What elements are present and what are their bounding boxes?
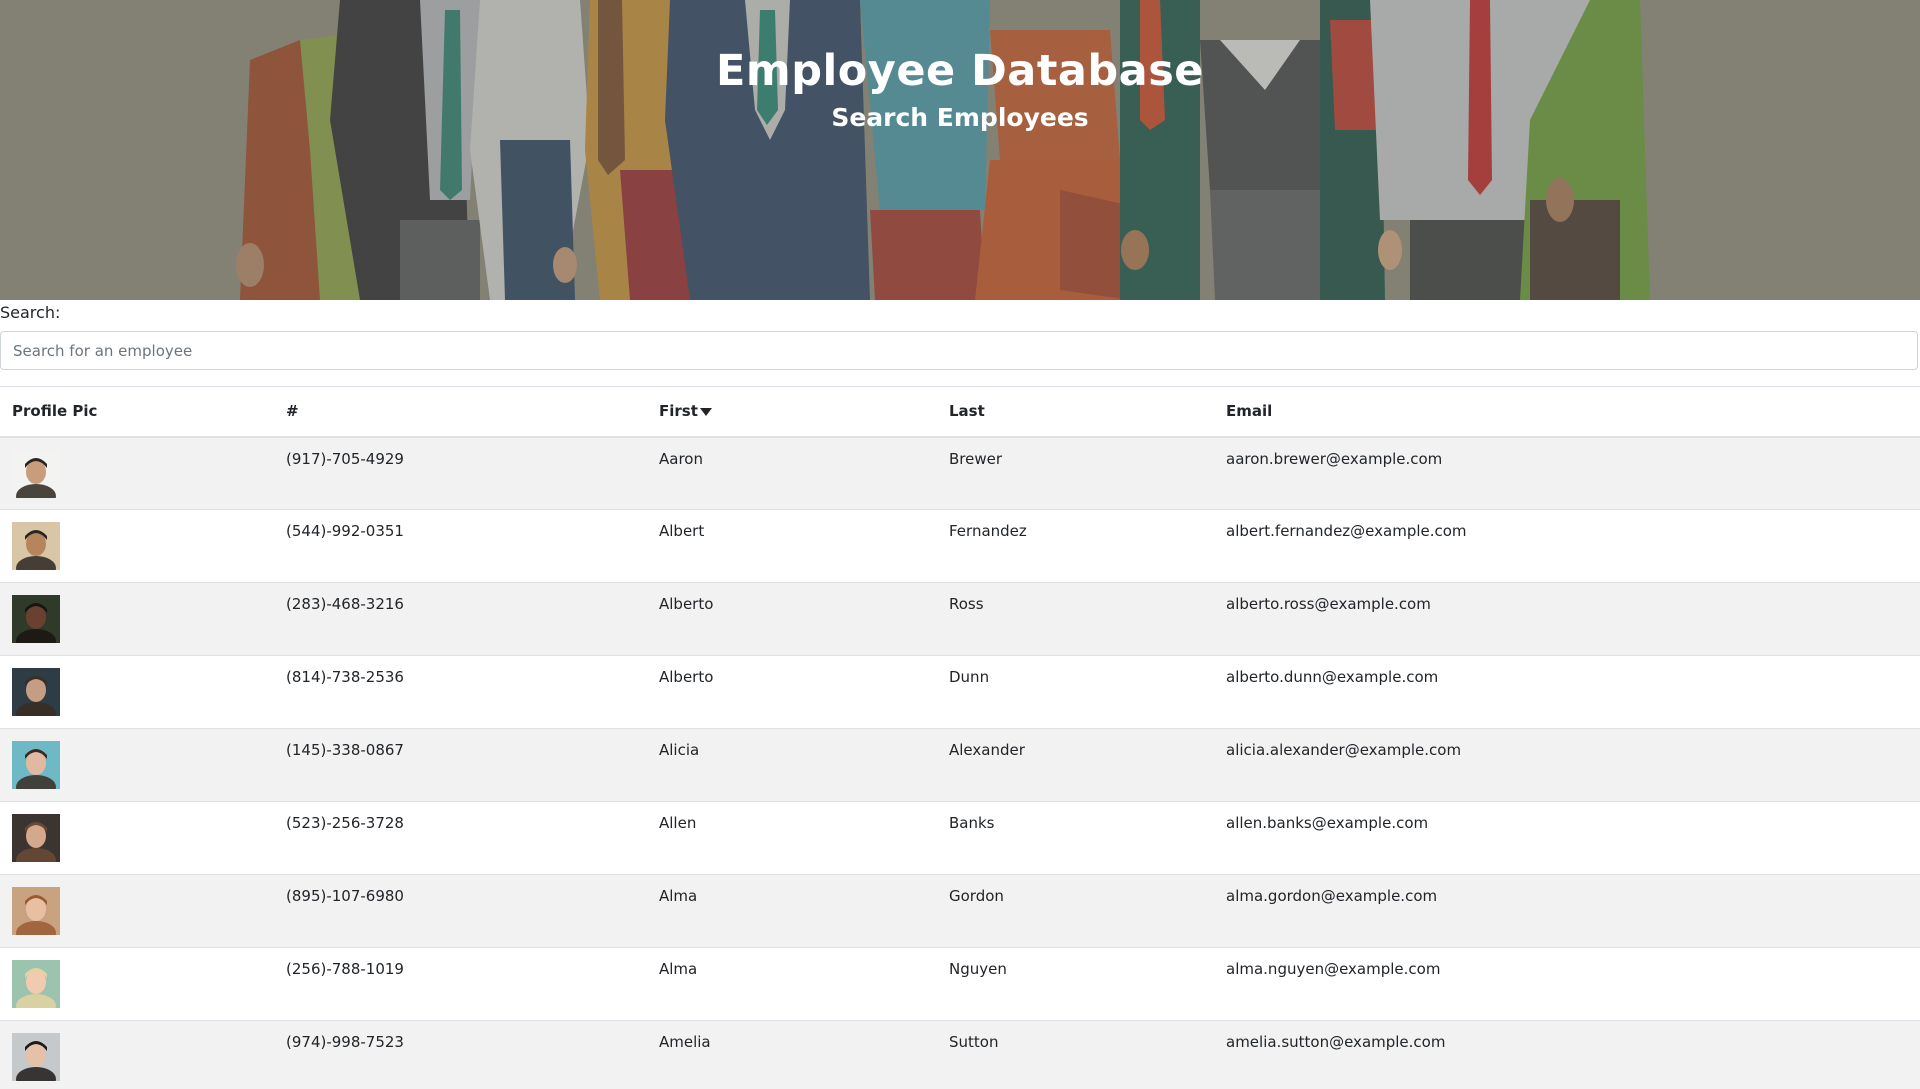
table-row: (974)-998-7523 Amelia Sutton amelia.sutton@… xyxy=(0,1020,1920,1089)
last-name-cell: Alexander xyxy=(937,728,1214,802)
email-cell: alma.nguyen@example.com xyxy=(1214,947,1920,1021)
header-banner: Employee Database Search Employees xyxy=(0,0,1920,300)
avatar xyxy=(12,449,60,498)
avatar xyxy=(12,1033,60,1081)
search-input[interactable] xyxy=(0,331,1918,370)
avatar xyxy=(12,960,60,1008)
table-row: (895)-107-6980 Alma Gordon alma.gordon@exam… xyxy=(0,874,1920,948)
phone-cell: (145)-338-0867 xyxy=(274,728,647,802)
email-cell: alberto.ross@example.com xyxy=(1214,582,1920,656)
last-name-cell: Brewer xyxy=(937,436,1214,510)
avatar xyxy=(12,741,60,789)
column-header-number: # xyxy=(274,386,647,438)
table-header: Profile Pic # First Last Email xyxy=(0,386,1920,438)
last-name-cell: Sutton xyxy=(937,1020,1214,1089)
last-name-cell: Banks xyxy=(937,801,1214,875)
table-row: (544)-992-0351 Albert Fernandez albert.fern… xyxy=(0,509,1920,583)
profile-pic-cell xyxy=(0,436,274,510)
table-row: (523)-256-3728 Allen Banks allen.banks@exam… xyxy=(0,801,1920,875)
profile-pic-cell xyxy=(0,1020,274,1089)
table-row: (814)-738-2536 Alberto Dunn alberto.dunn@ex… xyxy=(0,655,1920,729)
profile-pic-cell xyxy=(0,728,274,802)
phone-cell: (895)-107-6980 xyxy=(274,874,647,948)
table-row: (917)-705-4929 Aaron Brewer aaron.brewer@ex… xyxy=(0,436,1920,510)
avatar xyxy=(12,522,60,570)
last-name-cell: Gordon xyxy=(937,874,1214,948)
first-name-cell: Amelia xyxy=(647,1020,937,1089)
table-row: (256)-788-1019 Alma Nguyen alma.nguyen@exam… xyxy=(0,947,1920,1021)
column-header-first[interactable]: First xyxy=(647,386,937,438)
phone-cell: (917)-705-4929 xyxy=(274,436,647,510)
table-body: (917)-705-4929 Aaron Brewer aaron.brewer@ex… xyxy=(0,436,1920,1089)
profile-pic-cell xyxy=(0,801,274,875)
column-header-last: Last xyxy=(937,386,1214,438)
email-cell: amelia.sutton@example.com xyxy=(1214,1020,1920,1089)
profile-pic-cell xyxy=(0,509,274,583)
first-name-cell: Alma xyxy=(647,947,937,1021)
phone-cell: (974)-998-7523 xyxy=(274,1020,647,1089)
last-name-cell: Dunn xyxy=(937,655,1214,729)
email-cell: aaron.brewer@example.com xyxy=(1214,436,1920,510)
email-cell: alma.gordon@example.com xyxy=(1214,874,1920,948)
employee-table: Profile Pic # First Last Email (917)-705… xyxy=(0,386,1920,1089)
phone-cell: (523)-256-3728 xyxy=(274,801,647,875)
email-cell: alberto.dunn@example.com xyxy=(1214,655,1920,729)
last-name-cell: Nguyen xyxy=(937,947,1214,1021)
avatar xyxy=(12,595,60,643)
phone-cell: (283)-468-3216 xyxy=(274,582,647,656)
phone-cell: (544)-992-0351 xyxy=(274,509,647,583)
first-name-cell: Alberto xyxy=(647,582,937,656)
search-label: Search: xyxy=(0,303,61,322)
first-name-cell: Alberto xyxy=(647,655,937,729)
people-illustration xyxy=(0,0,1920,300)
email-cell: allen.banks@example.com xyxy=(1214,801,1920,875)
last-name-cell: Ross xyxy=(937,582,1214,656)
phone-cell: (814)-738-2536 xyxy=(274,655,647,729)
first-name-cell: Allen xyxy=(647,801,937,875)
sort-down-icon[interactable] xyxy=(699,407,712,416)
table-row: (283)-468-3216 Alberto Ross alberto.ross@ex… xyxy=(0,582,1920,656)
first-name-cell: Alicia xyxy=(647,728,937,802)
first-name-cell: Aaron xyxy=(647,436,937,510)
profile-pic-cell xyxy=(0,874,274,948)
page-title: Employee Database xyxy=(716,46,1204,96)
profile-pic-cell xyxy=(0,582,274,656)
last-name-cell: Fernandez xyxy=(937,509,1214,583)
avatar xyxy=(12,814,60,862)
email-cell: albert.fernandez@example.com xyxy=(1214,509,1920,583)
avatar xyxy=(12,887,60,935)
email-cell: alicia.alexander@example.com xyxy=(1214,728,1920,802)
phone-cell: (256)-788-1019 xyxy=(274,947,647,1021)
profile-pic-cell xyxy=(0,947,274,1021)
profile-pic-cell xyxy=(0,655,274,729)
table-row: (145)-338-0867 Alicia Alexander alicia.alex… xyxy=(0,728,1920,802)
first-name-cell: Albert xyxy=(647,509,937,583)
column-header-email: Email xyxy=(1214,386,1920,438)
column-header-profile-pic: Profile Pic xyxy=(0,386,274,438)
page-subtitle: Search Employees xyxy=(831,103,1089,132)
first-name-cell: Alma xyxy=(647,874,937,948)
avatar xyxy=(12,668,60,716)
